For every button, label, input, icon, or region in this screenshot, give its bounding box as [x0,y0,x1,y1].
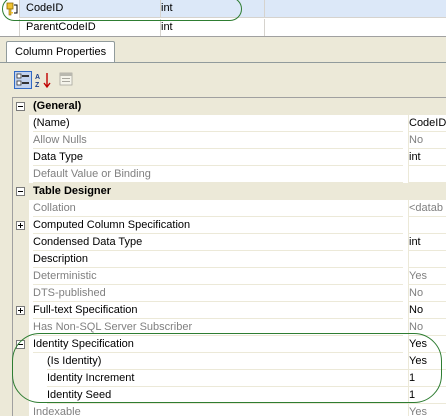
property-label: Default Value or Binding [33,166,403,183]
property-row-data-type[interactable]: Data Type int [13,149,446,166]
expand-icon[interactable] [16,306,25,315]
column-name-cell[interactable]: CodeID [26,0,154,18]
category-general[interactable]: (General) [13,98,446,115]
property-value[interactable] [408,166,446,183]
property-row-dts-published[interactable]: DTS-published No [13,285,446,302]
property-label: Deterministic [33,268,403,285]
property-value[interactable] [408,251,446,268]
property-row-indexable[interactable]: Indexable Yes [13,404,446,416]
property-value[interactable]: No [408,132,446,149]
property-value[interactable]: int [408,234,446,251]
allow-nulls-cell[interactable] [264,0,446,18]
property-label: Full-text Specification [33,302,403,319]
tab-column-properties[interactable]: Column Properties [6,41,116,63]
property-value[interactable]: Yes [408,336,446,353]
categorized-icon [16,73,29,86]
categorized-view-button[interactable] [14,71,32,89]
property-row-name[interactable]: (Name) CodeID [13,115,446,132]
sort-az-icon: A Z [35,73,51,89]
property-value[interactable]: Yes [408,404,446,416]
collapse-icon[interactable] [16,187,25,196]
property-label: Condensed Data Type [33,234,403,251]
property-label: (Name) [33,115,403,132]
table-row[interactable]: ParentCodeID int [0,19,446,36]
property-value[interactable]: No [408,302,446,319]
allow-nulls-cell[interactable] [264,19,446,36]
alphabetical-view-button[interactable]: A Z [34,71,52,89]
property-label: Identity Seed [47,387,417,404]
property-row-identity-seed[interactable]: Identity Seed 1 [13,387,446,404]
properties-toolbar: A Z [12,69,92,91]
property-value[interactable]: <datab [408,200,446,217]
property-label: Allow Nulls [33,132,403,149]
property-row-identity-increment[interactable]: Identity Increment 1 [13,370,446,387]
property-label: Computed Column Specification [33,217,403,234]
row-selector[interactable] [0,0,20,18]
property-value[interactable]: int [408,149,446,166]
tab-divider [0,62,446,63]
property-value[interactable]: Yes [408,268,446,285]
property-row-allow-nulls[interactable]: Allow Nulls No [13,132,446,149]
category-label: Table Designer [33,185,112,197]
expand-icon[interactable] [16,221,25,230]
property-label: Description [33,251,403,268]
property-row-identity-specification[interactable]: Identity Specification Yes [13,336,446,353]
property-value[interactable] [408,217,446,234]
property-row-deterministic[interactable]: Deterministic Yes [13,268,446,285]
data-type-cell[interactable]: int [160,19,260,36]
property-value[interactable]: 1 [408,370,446,387]
property-label: (Is Identity) [47,353,417,370]
category-label: (General) [33,100,82,112]
column-name-cell[interactable]: ParentCodeID [26,19,154,36]
property-label: Indexable [33,404,403,416]
property-row-collation[interactable]: Collation <datab [13,200,446,217]
property-row-default-value[interactable]: Default Value or Binding [13,166,446,183]
property-label: Identity Increment [47,370,417,387]
property-value[interactable]: No [408,285,446,302]
property-value[interactable]: No [408,319,446,336]
collapse-icon[interactable] [16,102,25,111]
property-value[interactable]: Yes [408,353,446,370]
column-design-grid: CodeID int ParentCodeID int [0,0,446,36]
property-label: Has Non-SQL Server Subscriber [33,319,403,336]
row-selector[interactable] [0,19,20,36]
property-pages-button[interactable] [58,71,76,89]
category-table-designer[interactable]: Table Designer [13,183,446,200]
property-value[interactable]: CodeID [408,115,446,132]
table-designer-window: CodeID int ParentCodeID int Column Prope… [0,0,446,416]
primary-key-icon [6,2,18,16]
column-properties-panel: Column Properties A Z (General) (Name) C… [0,36,446,416]
property-row-condensed-type[interactable]: Condensed Data Type int [13,234,446,251]
property-row-computed-column[interactable]: Computed Column Specification [13,217,446,234]
table-row[interactable]: CodeID int [0,0,446,18]
property-pages-icon [59,72,73,86]
svg-text:A: A [35,74,40,81]
svg-text:Z: Z [35,82,40,89]
property-value[interactable]: 1 [408,387,446,404]
property-label: Collation [33,200,403,217]
property-row-description[interactable]: Description [13,251,446,268]
property-label: Identity Specification [33,336,403,353]
property-row-non-sql-subscriber[interactable]: Has Non-SQL Server Subscriber No [13,319,446,336]
property-grid: (General) (Name) CodeID Allow Nulls No D… [12,97,446,416]
data-type-cell[interactable]: int [160,0,260,18]
property-row-fulltext[interactable]: Full-text Specification No [13,302,446,319]
property-label: Data Type [33,149,403,166]
collapse-icon[interactable] [16,340,25,349]
property-label: DTS-published [33,285,403,302]
property-row-is-identity[interactable]: (Is Identity) Yes [13,353,446,370]
